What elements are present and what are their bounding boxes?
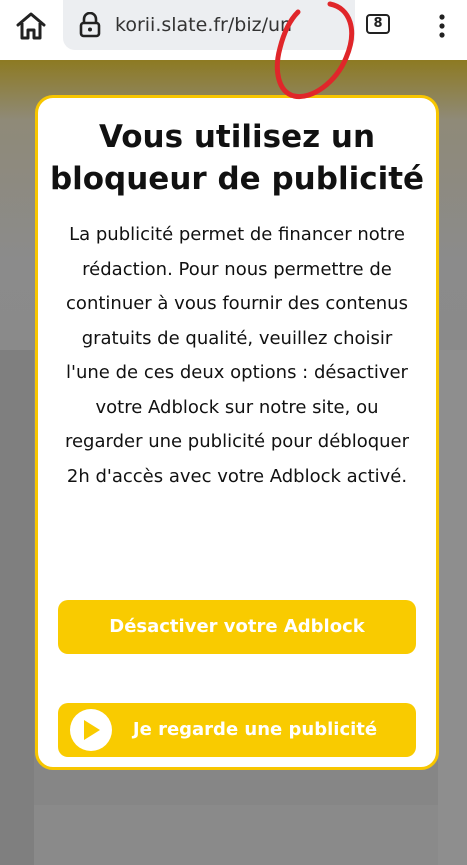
modal-title: Vous utilisez un bloqueur de publicité <box>49 119 425 197</box>
watch-ad-label: Je regarde une publicité <box>132 719 378 740</box>
home-icon[interactable] <box>14 11 48 41</box>
more-vert-icon[interactable] <box>432 12 452 40</box>
lock-icon[interactable] <box>79 11 101 38</box>
play-icon <box>70 709 112 751</box>
watch-ad-button[interactable]: Je regarde une publicité <box>58 703 416 757</box>
page-background-left <box>0 350 34 865</box>
modal-body: La publicité permet de financer notre ré… <box>64 224 410 487</box>
tabs-icon[interactable]: 8 <box>366 14 390 34</box>
url-text[interactable]: korii.slate.fr/biz/un <box>115 12 297 38</box>
address-bar[interactable]: korii.slate.fr/biz/un <box>63 0 355 50</box>
adblock-modal: Vous utilisez un bloqueur de publicité L… <box>35 95 439 770</box>
disable-adblock-button[interactable]: Désactiver votre Adblock <box>58 600 416 654</box>
browser-toolbar: korii.slate.fr/biz/un 8 <box>0 0 467 60</box>
page-background-right <box>438 350 467 865</box>
